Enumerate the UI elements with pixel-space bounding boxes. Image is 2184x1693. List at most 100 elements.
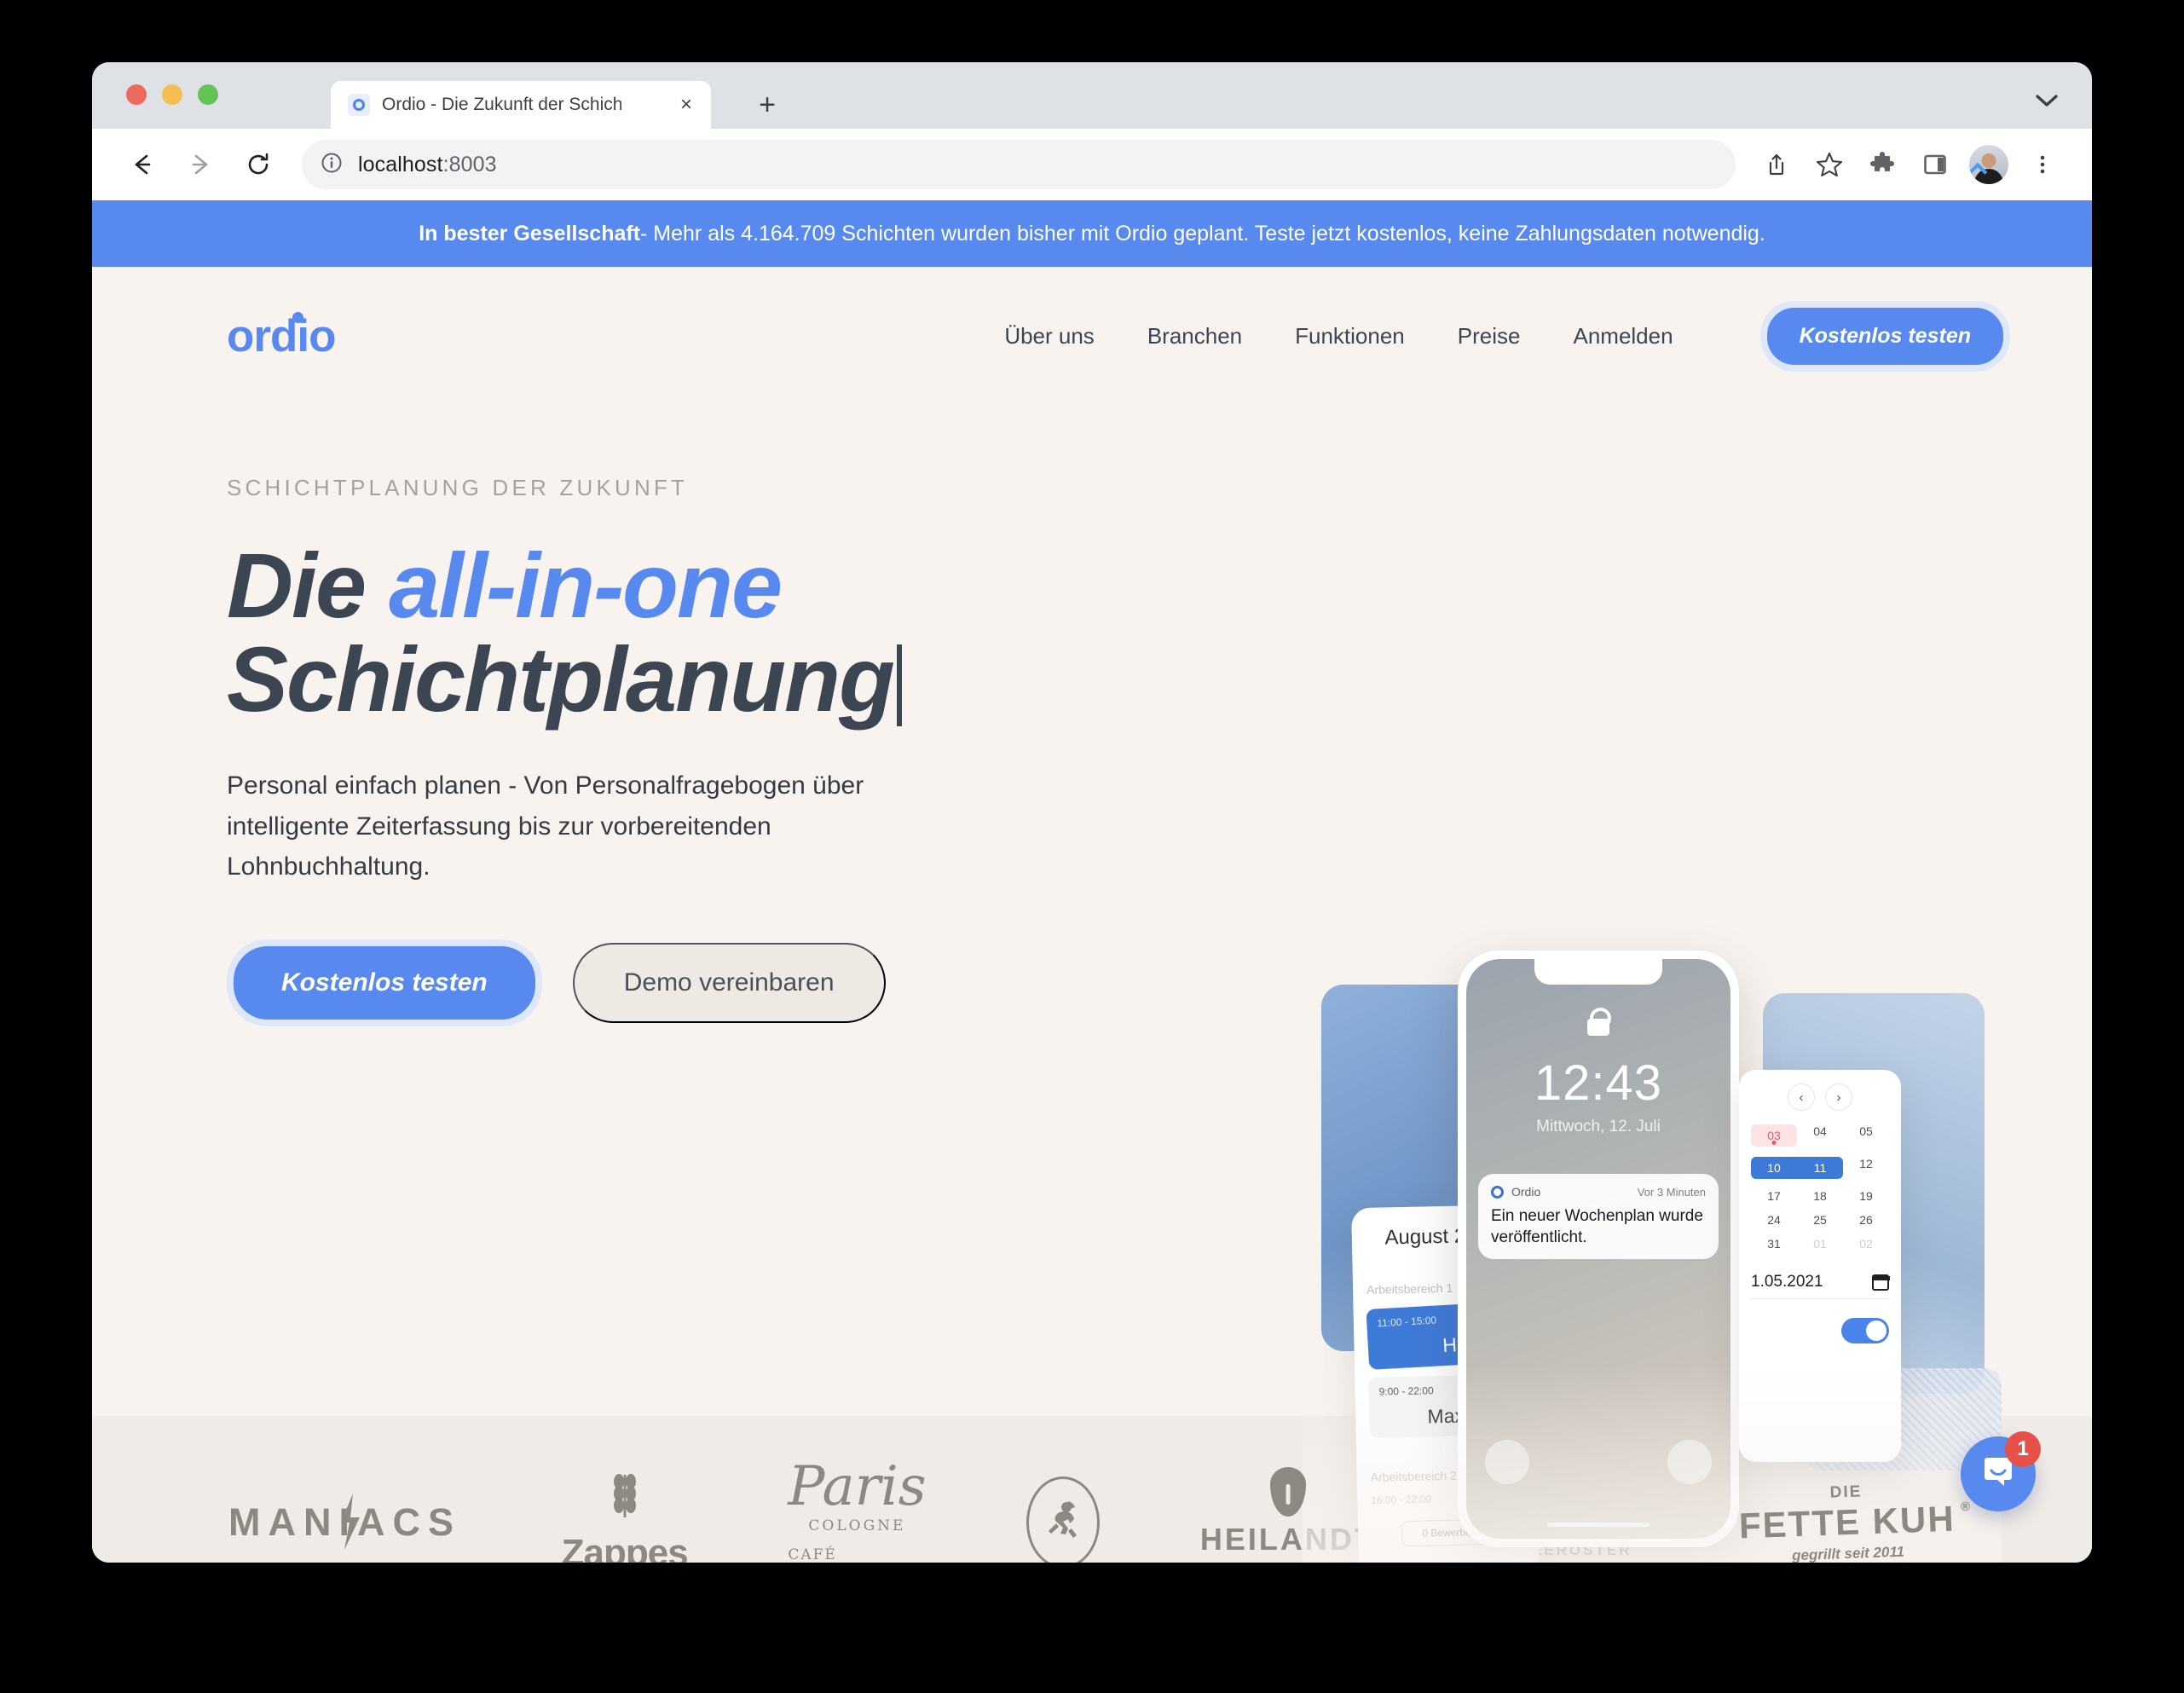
- share-icon[interactable]: [1753, 141, 1800, 188]
- nav-link-preise[interactable]: Preise: [1458, 323, 1521, 350]
- logo-die-fette-kuh: DIE FETTE KUH ® gegrillt seit 2011: [1738, 1479, 1972, 1563]
- runner-icon: [1043, 1496, 1083, 1550]
- calendar-day-19[interactable]: 19: [1843, 1189, 1889, 1203]
- calendar-day-05[interactable]: 05: [1843, 1124, 1889, 1147]
- site-navigation: ordio Über uns Branchen Funktionen Preis…: [92, 267, 2092, 405]
- calendar-date-value: 1.05.2021: [1751, 1273, 1823, 1291]
- nav-link-ueber-uns[interactable]: Über uns: [1004, 323, 1095, 350]
- window-traffic-lights: [126, 84, 218, 105]
- logo-paris-cafe: CAFÉ: [788, 1546, 837, 1563]
- bookmark-star-icon[interactable]: [1806, 141, 1853, 188]
- page-content: In bester Gesellschaft- Mehr als 4.164.7…: [92, 200, 2092, 1563]
- profile-avatar[interactable]: [1969, 145, 2008, 184]
- typing-caret: [897, 644, 902, 727]
- extensions-puzzle-icon[interactable]: [1858, 141, 1906, 188]
- calendar-day-26[interactable]: 26: [1843, 1213, 1889, 1227]
- back-button[interactable]: [116, 138, 169, 191]
- decorative-circle-right: [1667, 1440, 1712, 1484]
- nav-link-branchen[interactable]: Branchen: [1147, 323, 1242, 350]
- notification-header: Ordio Vor 3 Minuten: [1491, 1185, 1706, 1199]
- logo-kuh-die: DIE: [1829, 1482, 1863, 1502]
- calendar-next-button[interactable]: ›: [1825, 1083, 1852, 1111]
- nav-link-anmelden[interactable]: Anmelden: [1573, 323, 1673, 350]
- calendar-day-25[interactable]: 25: [1797, 1213, 1843, 1227]
- hero-section: Schichtplanung der Zukunft Die all-in-on…: [92, 405, 2092, 1563]
- decorative-circle-left: [1485, 1440, 1529, 1484]
- browser-toolbar: localhost:8003: [92, 129, 2092, 200]
- ordio-logo-text: ordio: [227, 310, 336, 361]
- headline-part-2: Schichtplanung: [227, 627, 895, 731]
- side-panel-icon[interactable]: [1911, 141, 1959, 188]
- calendar-day-10[interactable]: 10: [1751, 1157, 1797, 1179]
- hero-artwork: August 2022 Arbeitsbereich 1 11:00 - 15:…: [1303, 951, 2002, 1563]
- hero-eyebrow: Schichtplanung der Zukunft: [227, 475, 689, 500]
- calendar-day-12[interactable]: 12: [1843, 1157, 1889, 1179]
- calendar-day-02[interactable]: 02: [1843, 1237, 1889, 1251]
- flame-leaf-icon: [1269, 1467, 1306, 1517]
- ordio-logo[interactable]: ordio: [227, 310, 336, 362]
- reload-button[interactable]: [232, 138, 285, 191]
- nav-links: Über uns Branchen Funktionen Preise Anme…: [1004, 300, 2010, 372]
- hero-subtext: Personal einfach planen - Von Personalfr…: [227, 771, 864, 881]
- logo-paris-cologne: COLOGNE: [808, 1517, 906, 1534]
- headline-part-1: Die: [227, 534, 390, 637]
- phone-notch: [1534, 959, 1662, 985]
- registered-trademark-icon: ®: [1960, 1499, 1973, 1514]
- calendar-nav: ‹ ›: [1751, 1083, 1889, 1111]
- nav-cta-kostenlos-testen[interactable]: Kostenlos testen: [1759, 300, 2010, 372]
- calendar-toggle-switch[interactable]: [1841, 1318, 1889, 1343]
- minimize-window-button[interactable]: [162, 84, 182, 105]
- maximize-window-button[interactable]: [198, 84, 218, 105]
- calendar-icon[interactable]: [1871, 1274, 1890, 1291]
- announcement-banner[interactable]: In bester Gesellschaft- Mehr als 4.164.7…: [92, 200, 2092, 267]
- forward-button[interactable]: [174, 138, 227, 191]
- phone-mockup: 12:43 Mittwoch, 12. Juli Ordio Vor 3 Min…: [1458, 951, 1739, 1547]
- calendar-day-18[interactable]: 18: [1797, 1189, 1843, 1203]
- browser-tab[interactable]: Ordio - Die Zukunft der Schich ×: [331, 81, 711, 129]
- intercom-chat-launcher[interactable]: 1: [1961, 1431, 2041, 1511]
- calendar-prev-button[interactable]: ‹: [1788, 1083, 1815, 1111]
- ordio-app-icon: [1491, 1185, 1504, 1199]
- calendar-day-01[interactable]: 01: [1797, 1237, 1843, 1251]
- calendar-date-field[interactable]: 1.05.2021: [1751, 1273, 1890, 1299]
- close-window-button[interactable]: [126, 84, 147, 105]
- notification-timestamp: Vor 3 Minuten: [1637, 1185, 1706, 1199]
- new-tab-button[interactable]: +: [748, 86, 786, 124]
- phone-lockscreen: 12:43 Mittwoch, 12. Juli Ordio Vor 3 Min…: [1466, 959, 1730, 1539]
- hero-secondary-cta[interactable]: Demo vereinbaren: [572, 943, 886, 1024]
- site-info-icon[interactable]: [321, 152, 343, 178]
- chevron-down-icon[interactable]: [2027, 81, 2066, 120]
- logo-maniacs: MANIACS: [228, 1494, 461, 1550]
- announcement-text: In bester Gesellschaft- Mehr als 4.164.7…: [419, 222, 1765, 246]
- wheat-icon: [610, 1471, 639, 1525]
- lockscreen-date: Mittwoch, 12. Juli: [1536, 1118, 1661, 1135]
- close-tab-button[interactable]: ×: [673, 92, 699, 118]
- push-notification: Ordio Vor 3 Minuten Ein neuer Wochenplan…: [1478, 1174, 1719, 1260]
- hero-primary-cta[interactable]: Kostenlos testen: [227, 939, 542, 1027]
- calendar-day-11[interactable]: 11: [1797, 1157, 1843, 1179]
- notification-body: Ein neuer Wochenplan wurde veröffentlich…: [1491, 1207, 1703, 1246]
- nav-link-funktionen[interactable]: Funktionen: [1295, 323, 1405, 350]
- logo-kuh-text: FETTE KUH: [1738, 1498, 1956, 1546]
- lockscreen-time: 12:43: [1534, 1055, 1663, 1111]
- address-bar[interactable]: localhost:8003: [302, 140, 1736, 189]
- hero-headline: Die all-in-one Schichtplanung: [227, 538, 1216, 727]
- browser-menu-button[interactable]: [2019, 141, 2066, 188]
- url-port: :8003: [442, 152, 497, 176]
- tab-strip: Ordio - Die Zukunft der Schich × +: [92, 62, 2092, 129]
- intercom-unread-badge: 1: [2005, 1431, 2041, 1467]
- phone-home-indicator: [1547, 1523, 1650, 1527]
- browser-window: Ordio - Die Zukunft der Schich × + local…: [92, 62, 2092, 1563]
- calendar-day-04[interactable]: 04: [1797, 1124, 1843, 1147]
- calendar-day-17[interactable]: 17: [1751, 1189, 1797, 1203]
- calendar-day-03[interactable]: 03: [1751, 1124, 1797, 1147]
- logo-kuh-sub: gegrillt seit 2011: [1792, 1543, 1905, 1563]
- logo-zappes-text: Zappes: [561, 1531, 689, 1563]
- notification-app-name: Ordio: [1511, 1185, 1541, 1199]
- calendar-day-24[interactable]: 24: [1751, 1213, 1797, 1227]
- logo-cafe-de-paris: Paris COLOGNE CAFÉ DE: [788, 1459, 926, 1563]
- calendar-day-31[interactable]: 31: [1751, 1237, 1797, 1251]
- tab-title: Ordio - Die Zukunft der Schich: [382, 95, 623, 114]
- announcement-rest: - Mehr als 4.164.709 Schichten wurden bi…: [640, 221, 1765, 246]
- calendar-grid: 03 04 05 10 11 12 17 18 19 24 25 26 31 0…: [1751, 1124, 1889, 1251]
